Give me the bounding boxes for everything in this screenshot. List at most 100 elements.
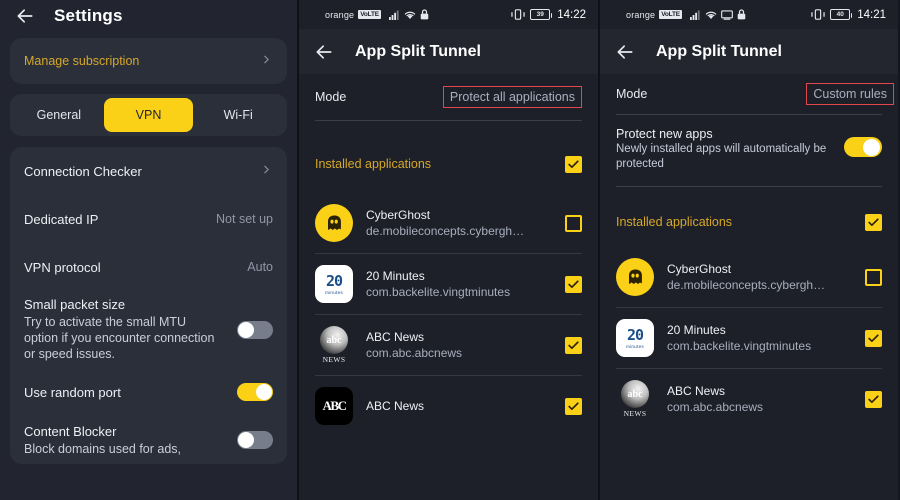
carrier-label: orange — [325, 9, 355, 20]
app-name: 20 Minutes — [667, 323, 726, 337]
vpn-protocol-label: VPN protocol — [24, 259, 101, 275]
protect-new-apps-row[interactable]: Protect new apps Newly installed apps wi… — [600, 115, 898, 186]
toggle-knob — [238, 432, 254, 448]
mode-value[interactable]: Custom rules — [806, 83, 894, 105]
vpn-settings-list: Connection Checker Dedicated IP Not set … — [10, 147, 287, 464]
app-row-cyberghost[interactable]: CyberGhost de.mobileconcepts.cybergh… — [299, 193, 598, 253]
toggle-knob — [256, 384, 272, 400]
app-row-20-minutes[interactable]: 20 minutes 20 Minutes com.backelite.vingt… — [600, 308, 898, 368]
app-checkbox[interactable] — [865, 329, 882, 347]
use-random-port-label: Use random port — [24, 384, 121, 400]
row-dedicated-ip[interactable]: Dedicated IP Not set up — [24, 195, 273, 243]
content-blocker-label: Content Blocker — [24, 423, 117, 439]
row-small-packet-size[interactable]: Small packet size Try to activate the sm… — [24, 291, 273, 368]
row-content-blocker[interactable]: Content Blocker Block domains used for a… — [24, 416, 273, 464]
protect-new-apps-description: Newly installed apps will automatically … — [616, 143, 827, 170]
status-bar: orange VoLTE 39 14:22 — [299, 0, 598, 29]
protect-new-apps-label: Protect new apps — [616, 127, 713, 141]
installed-applications-label: Installed applications — [315, 157, 432, 171]
manage-subscription-card[interactable]: Manage subscription — [10, 38, 287, 84]
cast-screen-icon — [720, 9, 733, 20]
volte-badge: VoLTE — [358, 10, 381, 19]
vibrate-icon — [511, 9, 525, 20]
abc-news-au-icon: ABC — [315, 387, 353, 425]
app-package: com.backelite.vingtminutes — [667, 339, 812, 353]
wifi-icon — [404, 10, 416, 20]
installed-applications-checkbox[interactable] — [865, 213, 882, 231]
content-blocker-description: Block domains used for ads, — [24, 441, 182, 456]
back-arrow-icon[interactable] — [14, 5, 36, 27]
app-row-abc-news-us[interactable]: abc NEWS ABC News com.abc.abcnews — [299, 315, 598, 375]
battery-indicator: 39 — [530, 9, 553, 20]
app-package: com.backelite.vingtminutes — [366, 285, 511, 299]
app-split-tunnel-custom-rules-panel: orange VoLTE 40 14:21 App Split Tunnel M… — [598, 0, 898, 500]
installed-applications-checkbox[interactable] — [565, 155, 582, 173]
manage-subscription-row[interactable]: Manage subscription — [10, 38, 287, 84]
screenshot-root: Settings Manage subscription General VPN… — [0, 0, 900, 500]
app-split-tunnel-header: App Split Tunnel — [299, 29, 598, 74]
page-title: App Split Tunnel — [656, 42, 782, 60]
app-checkbox[interactable] — [565, 214, 582, 232]
settings-tabs: General VPN Wi-Fi — [10, 94, 287, 136]
content-blocker-toggle[interactable] — [237, 431, 273, 449]
abc-news-us-icon: abc NEWS — [616, 380, 654, 418]
toggle-knob — [238, 321, 254, 338]
app-row-cyberghost[interactable]: CyberGhost de.mobileconcepts.cybergh… — [600, 247, 898, 307]
tab-general[interactable]: General — [14, 98, 104, 132]
clock: 14:22 — [557, 8, 586, 21]
app-row-abc-news-au[interactable]: ABC ABC News — [299, 376, 598, 436]
app-checkbox[interactable] — [865, 268, 882, 286]
page-title: App Split Tunnel — [355, 42, 481, 60]
20minutes-icon: 20 minutes — [315, 265, 353, 303]
row-vpn-protocol[interactable]: VPN protocol Auto — [24, 243, 273, 291]
app-row-abc-news-us[interactable]: abc NEWS ABC News com.abc.abcnews — [600, 369, 898, 429]
app-checkbox[interactable] — [565, 275, 582, 293]
chevron-right-icon — [260, 163, 273, 179]
app-checkbox[interactable] — [565, 336, 582, 354]
app-name: ABC News — [667, 384, 726, 398]
app-checkbox[interactable] — [865, 390, 882, 408]
mode-label: Mode — [616, 87, 648, 101]
mode-label: Mode — [315, 90, 347, 104]
connection-checker-label: Connection Checker — [24, 163, 142, 179]
installed-applications-section[interactable]: Installed applications — [600, 201, 898, 243]
settings-header: Settings — [0, 0, 297, 32]
small-packet-size-description: Try to activate the small MTU option if … — [24, 315, 215, 361]
status-bar: orange VoLTE 40 14:21 — [600, 0, 898, 29]
divider — [616, 186, 882, 187]
20minutes-icon: 20 minutes — [616, 319, 654, 357]
app-name: ABC News — [366, 330, 425, 344]
carrier-label: orange — [626, 9, 656, 20]
app-name: CyberGhost — [366, 208, 431, 222]
abc-news-us-icon: abc NEWS — [315, 326, 353, 364]
battery-indicator: 40 — [830, 9, 853, 20]
app-row-20-minutes[interactable]: 20 minutes 20 Minutes com.backelite.vingt… — [299, 254, 598, 314]
lock-icon — [737, 9, 746, 20]
small-packet-size-label: Small packet size — [24, 297, 126, 312]
app-checkbox[interactable] — [565, 397, 582, 415]
protect-new-apps-toggle[interactable] — [844, 137, 882, 157]
mode-value[interactable]: Protect all applications — [442, 86, 582, 108]
use-random-port-toggle[interactable] — [237, 383, 273, 401]
back-arrow-icon[interactable] — [313, 41, 335, 63]
app-package: de.mobileconcepts.cybergh… — [366, 224, 525, 238]
mode-row[interactable]: Mode Protect all applications — [299, 74, 598, 120]
signal-bars-icon — [689, 10, 701, 20]
row-connection-checker[interactable]: Connection Checker — [24, 147, 273, 195]
installed-applications-section[interactable]: Installed applications — [299, 143, 598, 185]
wifi-icon — [705, 10, 717, 20]
page-title: Settings — [54, 6, 123, 25]
tab-wifi[interactable]: Wi-Fi — [193, 98, 283, 132]
app-split-tunnel-protect-all-panel: orange VoLTE 39 14:22 App Split Tunnel M… — [297, 0, 598, 500]
volte-badge: VoLTE — [659, 10, 682, 19]
settings-panel: Settings Manage subscription General VPN… — [0, 0, 297, 500]
mode-row[interactable]: Mode Custom rules — [600, 74, 898, 114]
small-packet-size-toggle[interactable] — [237, 320, 273, 339]
lock-icon — [420, 9, 429, 20]
row-use-random-port[interactable]: Use random port — [24, 368, 273, 416]
back-arrow-icon[interactable] — [614, 41, 636, 63]
installed-applications-label: Installed applications — [616, 215, 733, 229]
app-package: com.abc.abcnews — [366, 346, 463, 360]
tab-vpn[interactable]: VPN — [103, 98, 194, 132]
vpn-protocol-value: Auto — [247, 260, 273, 274]
